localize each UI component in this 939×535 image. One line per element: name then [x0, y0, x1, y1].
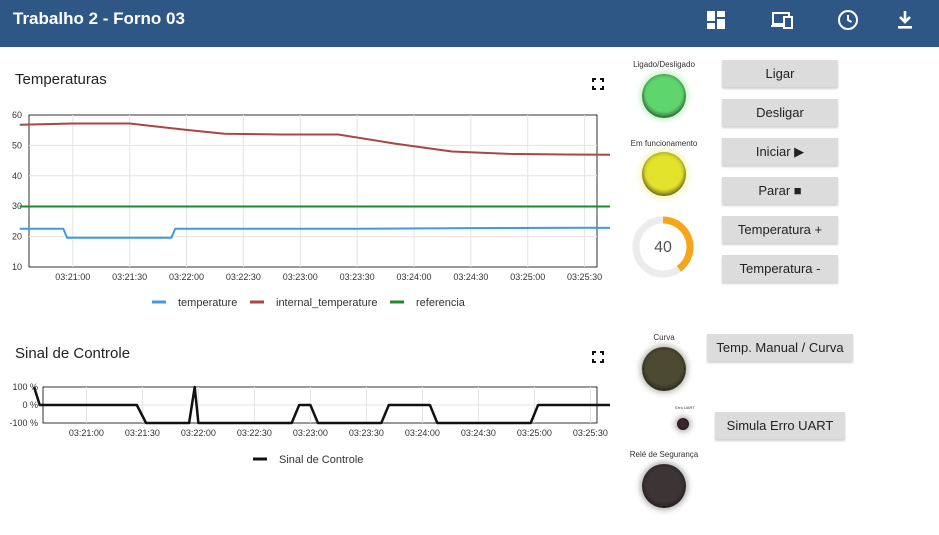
temperature-gauge: 40: [632, 216, 694, 278]
x-tick-label: 03:25:30: [567, 272, 602, 282]
x-tick-label: 03:24:30: [461, 428, 496, 438]
x-tick-label: 03:22:30: [226, 272, 261, 282]
x-tick-label: 03:21:00: [69, 428, 104, 438]
status-led-rele: [642, 464, 686, 508]
x-tick-label: 03:24:00: [396, 272, 431, 282]
status-led-ligado: [642, 74, 686, 118]
control-signal-chart: 03:21:00 03:21:30 03:22:00 03:22:30 03:23:00…: [9, 382, 610, 466]
x-tick-label: 03:22:00: [181, 428, 216, 438]
x-tick-label: 03:23:30: [340, 272, 375, 282]
ligar-button[interactable]: Ligar: [722, 60, 838, 87]
legend-label: Sinal de Controle: [279, 454, 363, 466]
y-tick-label: -100 %: [9, 418, 38, 428]
dashboard-icon[interactable]: [704, 8, 728, 32]
led-label-funcionamento: Em funcionamento: [630, 139, 698, 148]
x-tick-label: 03:21:30: [125, 428, 160, 438]
temperature-chart-title: Temperaturas: [15, 71, 107, 88]
y-tick-label: 10: [12, 262, 22, 272]
desligar-button[interactable]: Desligar: [722, 99, 838, 126]
x-tick-label: 03:23:00: [283, 272, 318, 282]
fullscreen-icon[interactable]: [592, 78, 604, 90]
plot-frame: [28, 114, 598, 268]
x-tick-label: 03:24:30: [453, 272, 488, 282]
led-label-ligado: Ligado/Desligado: [633, 60, 695, 69]
x-tick-label: 03:25:00: [510, 272, 545, 282]
app-title: Trabalho 2 - Forno 03: [13, 9, 185, 28]
series-line-referencia: [19, 205, 610, 208]
x-tick-label: 03:24:00: [405, 428, 440, 438]
status-led-uart: [677, 418, 689, 430]
x-tick-label: 03:21:30: [112, 272, 147, 282]
status-led-curva: [642, 347, 686, 391]
x-tick-label: 03:23:30: [349, 428, 384, 438]
temperature-up-button[interactable]: Temperatura +: [722, 216, 838, 243]
led-label-uart: Erro UART: [675, 405, 695, 410]
x-tick-label: 03:21:00: [55, 272, 90, 282]
status-led-funcionamento: [642, 152, 686, 196]
download-icon[interactable]: [893, 8, 917, 32]
temperature-down-button[interactable]: Temperatura -: [722, 255, 838, 282]
y-tick-label: 20: [12, 232, 22, 242]
top-bar: Trabalho 2 - Forno 03: [0, 0, 939, 47]
parar-button[interactable]: Parar ■: [722, 177, 838, 204]
gauge-value: 40: [654, 239, 672, 256]
legend-label: referencia: [416, 297, 466, 309]
temperature-chart: 03:21:00 03:21:30 03:22:00 03:22:30 03:23:00…: [12, 110, 610, 309]
x-tick-label: 03:25:00: [517, 428, 552, 438]
simulate-uart-error-button[interactable]: Simula Erro UART: [715, 412, 845, 439]
history-icon[interactable]: [836, 8, 860, 32]
iniciar-button[interactable]: Iniciar ▶: [722, 138, 838, 165]
x-tick-label: 03:22:00: [169, 272, 204, 282]
y-tick-label: 40: [12, 171, 22, 181]
y-tick-label: 60: [12, 110, 22, 120]
led-label-curva: Curva: [653, 333, 675, 342]
y-tick-label: 0 %: [22, 400, 38, 410]
manual-curve-button[interactable]: Temp. Manual / Curva: [707, 334, 853, 361]
x-tick-label: 03:23:00: [293, 428, 328, 438]
fullscreen-icon[interactable]: [592, 351, 604, 363]
led-label-rele: Relé de Segurança: [629, 450, 699, 459]
y-tick-label: 50: [12, 140, 22, 150]
series-line-internal-temperature: [19, 122, 610, 156]
x-tick-label: 03:22:30: [237, 428, 272, 438]
control-signal-chart-title: Sinal de Controle: [15, 345, 131, 362]
devices-icon[interactable]: [770, 8, 794, 32]
legend-label: internal_temperature: [276, 297, 378, 309]
x-tick-label: 03:25:30: [573, 428, 608, 438]
legend-label: temperature: [178, 297, 237, 309]
